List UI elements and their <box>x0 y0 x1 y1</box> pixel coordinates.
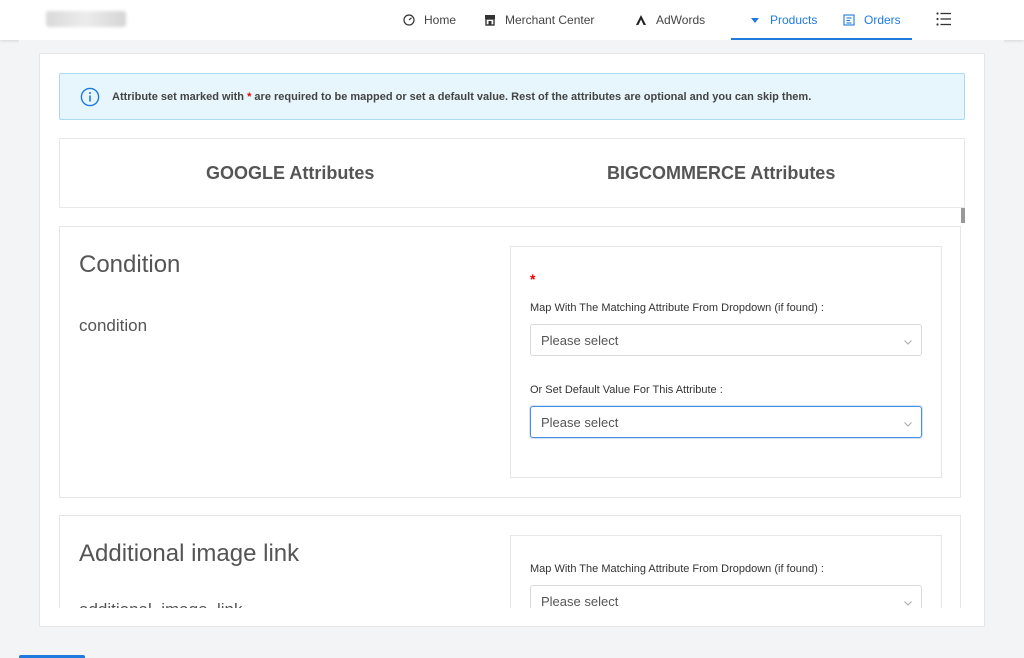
default-value-label-text: Or Set Default Value For This Attribute <box>530 384 717 396</box>
attribute-code: condition <box>79 316 148 335</box>
nav-adwords[interactable]: AdWords <box>634 0 705 40</box>
nav-products-label: Products <box>770 13 818 27</box>
caret-down-icon <box>748 13 762 27</box>
attribute-mapping-card: Attribute set marked with * are required… <box>39 53 985 627</box>
nav-orders-label: Orders <box>864 13 901 27</box>
default-value-label: Or Set Default Value For This Attribute … <box>530 384 723 396</box>
map-attribute-label-text: Map With The Matching Attribute From Dro… <box>530 302 818 314</box>
list-menu-icon[interactable] <box>935 10 953 28</box>
orders-list-icon <box>842 13 856 27</box>
top-nav-bar: Home Merchant Center AdWords Products Or… <box>0 0 1024 40</box>
nav-products[interactable]: Products <box>748 0 817 40</box>
nav-home-label: Home <box>424 13 457 27</box>
attribute-row: Additional image link additional_image_l… <box>59 515 961 608</box>
select-value: Please select <box>541 332 619 348</box>
nav-orders[interactable]: Orders <box>842 0 901 40</box>
map-attribute-label: Map With The Matching Attribute From Dro… <box>530 563 824 575</box>
select-value: Please select <box>541 414 619 430</box>
nav-merchant-center[interactable]: Merchant Center <box>483 0 594 40</box>
required-star: * <box>530 271 536 287</box>
attribute-title: Additional image link <box>79 540 300 567</box>
adwords-icon <box>634 13 648 27</box>
info-notice: Attribute set marked with * are required… <box>59 73 965 120</box>
select-value: Please select <box>541 593 619 609</box>
chevron-down-icon <box>903 417 913 427</box>
nav-merchant-center-label: Merchant Center <box>505 13 595 27</box>
default-value-select[interactable]: Please select <box>530 406 922 438</box>
scrollbar-thumb[interactable] <box>961 208 965 223</box>
label-colon: : <box>817 302 824 314</box>
attribute-code: additional_image_link <box>79 600 243 608</box>
chevron-down-icon <box>903 335 913 345</box>
info-icon <box>80 87 100 107</box>
notice-text-before: Attribute set marked with <box>112 90 248 103</box>
chevron-down-icon <box>903 596 913 606</box>
map-attribute-label-text: Map With The Matching Attribute From Dro… <box>530 563 818 575</box>
app-logo[interactable] <box>46 11 126 27</box>
columns-header: GOOGLE Attributes BIGCOMMERCE Attributes <box>59 138 965 208</box>
main-panel: Attribute set marked with * are required… <box>19 40 1004 647</box>
label-colon: : <box>817 563 824 575</box>
store-icon <box>483 13 497 27</box>
google-attributes-heading: GOOGLE Attributes <box>206 162 375 183</box>
map-attribute-select[interactable]: Please select <box>530 324 922 356</box>
notice-text: Attribute set marked with * are required… <box>112 91 811 103</box>
map-attribute-label: Map With The Matching Attribute From Dro… <box>530 302 824 314</box>
nav-adwords-label: AdWords <box>656 13 706 27</box>
mapping-box: Map With The Matching Attribute From Dro… <box>510 535 942 608</box>
attribute-title: Condition <box>79 251 181 278</box>
attribute-row: Condition condition * Map With The Match… <box>59 226 961 498</box>
nav-home[interactable]: Home <box>402 0 456 40</box>
dashboard-gauge-icon <box>402 13 416 27</box>
notice-text-after: are required to be mapped or set a defau… <box>251 90 812 103</box>
label-colon: : <box>716 384 723 396</box>
map-attribute-select[interactable]: Please select <box>530 585 922 608</box>
bigcommerce-attributes-heading: BIGCOMMERCE Attributes <box>607 162 836 183</box>
attributes-scroll-area[interactable]: Condition condition * Map With The Match… <box>59 208 965 608</box>
mapping-box: * Map With The Matching Attribute From D… <box>510 246 942 478</box>
